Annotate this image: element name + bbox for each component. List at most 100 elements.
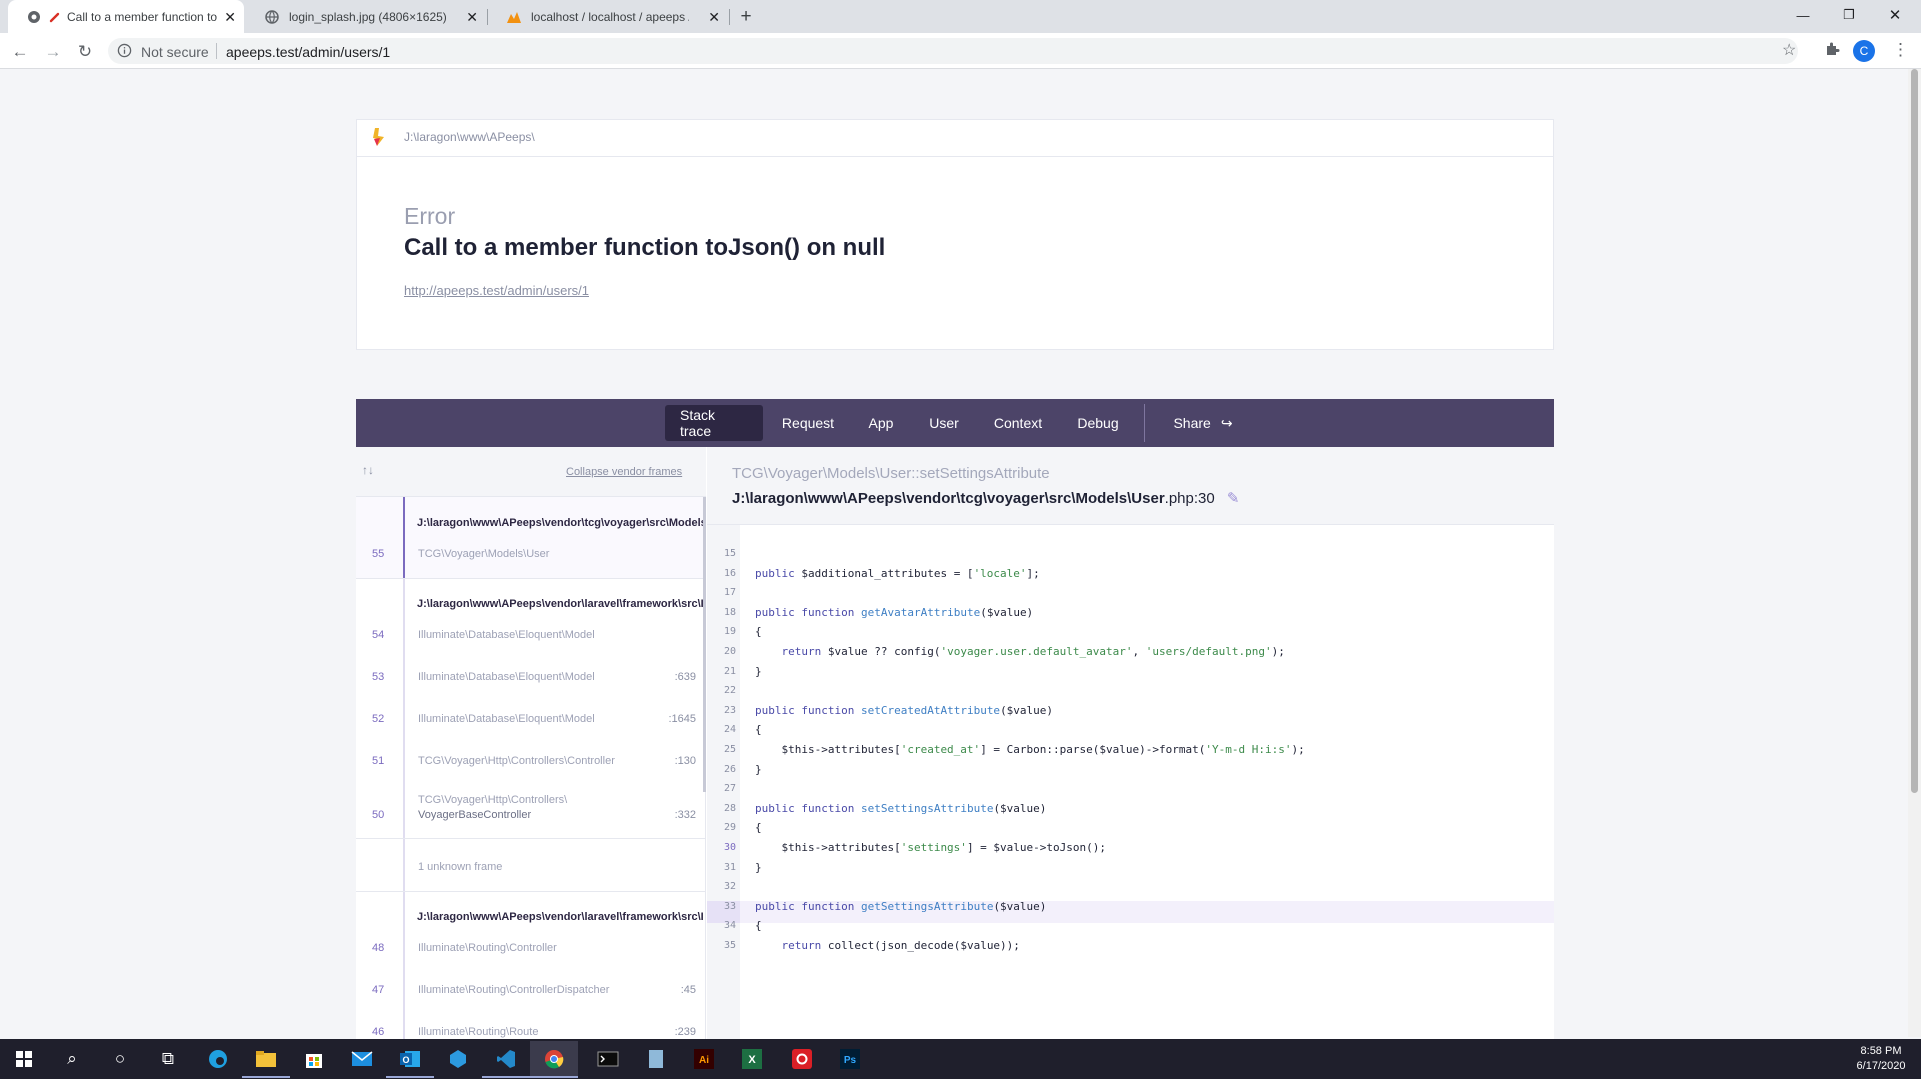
frame-number[interactable]: 50	[372, 809, 386, 821]
tab-stack-trace[interactable]: Stack trace	[665, 405, 763, 441]
search-icon[interactable]: ⌕	[48, 1041, 96, 1077]
frame-file-path[interactable]: J:\laragon\www\APeeps\vendor\laravel\fra…	[417, 911, 703, 923]
excel-icon[interactable]: X	[728, 1041, 776, 1077]
frame-class[interactable]: Illuminate\Database\Eloquent\Model	[418, 713, 595, 725]
sort-arrows-icon[interactable]: ↑↓	[362, 463, 374, 477]
frame-class[interactable]: Illuminate\Database\Eloquent\Model	[418, 671, 595, 683]
frame-class[interactable]: Illuminate\Routing\ControllerDispatcher	[418, 984, 609, 996]
frame-number[interactable]: 54	[372, 629, 386, 641]
browser-tab[interactable]: login_splash.jpg (4806×1625) ✕	[246, 0, 486, 33]
divider	[356, 578, 706, 579]
error-card-header	[356, 119, 1554, 157]
line-number: 26	[723, 764, 736, 775]
collapse-vendor-frames-link[interactable]: Collapse vendor frames	[566, 466, 682, 478]
system-clock[interactable]: 8:58 PM 6/17/2020	[1850, 1044, 1912, 1074]
photoshop-icon[interactable]: Ps	[826, 1041, 874, 1077]
extensions-icon[interactable]	[1824, 41, 1842, 59]
unknown-frame-label[interactable]: 1 unknown frame	[418, 861, 502, 873]
close-tab-icon[interactable]: ✕	[708, 9, 720, 26]
code-line: return collect(json_decode($value));	[781, 939, 1020, 952]
tab-user[interactable]: User	[914, 405, 974, 441]
code-line: }	[755, 665, 762, 678]
notepad-icon[interactable]	[632, 1041, 680, 1077]
close-tab-icon[interactable]: ✕	[224, 9, 236, 26]
creative-cloud-icon[interactable]	[778, 1041, 826, 1077]
tab-request[interactable]: Request	[768, 405, 848, 441]
browser-tab-active[interactable]: Call to a member function toJson ✕	[8, 0, 244, 33]
code-line: }	[755, 861, 762, 874]
pen-icon	[47, 9, 63, 25]
source-header	[707, 447, 1554, 525]
task-view-icon[interactable]: ⧉	[144, 1041, 192, 1077]
error-url-link[interactable]: http://apeeps.test/admin/users/1	[404, 283, 589, 298]
chrome-menu-icon[interactable]: ⋮	[1892, 40, 1909, 60]
close-window-button[interactable]: ✕	[1872, 0, 1918, 30]
reload-button[interactable]: ↻	[72, 39, 98, 65]
frame-number[interactable]: 47	[372, 984, 386, 996]
line-number: 19	[723, 626, 736, 637]
code-line: }	[755, 763, 762, 776]
chrome-icon[interactable]	[530, 1041, 578, 1077]
close-tab-icon[interactable]: ✕	[466, 9, 478, 26]
frame-class[interactable]: TCG\Voyager\Models\User	[418, 548, 549, 560]
minimize-button[interactable]: —	[1780, 0, 1826, 30]
tab-share[interactable]: Share ↪	[1158, 405, 1248, 441]
forward-button[interactable]: →	[40, 39, 66, 65]
clock-time: 8:58 PM	[1860, 1045, 1902, 1057]
frame-file-path[interactable]: J:\laragon\www\APeeps\vendor\tcg\voyager…	[417, 517, 703, 529]
frame-class[interactable]: TCG\Voyager\Http\Controllers\	[418, 794, 567, 806]
line-number: 30	[723, 842, 736, 853]
terminal-icon[interactable]	[584, 1041, 632, 1077]
frame-number[interactable]: 46	[372, 1026, 386, 1038]
frame-file-path[interactable]: J:\laragon\www\APeeps\vendor\laravel\fra…	[417, 598, 703, 610]
line-number: 23	[723, 705, 736, 716]
back-button[interactable]: ←	[7, 39, 33, 65]
frame-number[interactable]: 53	[372, 671, 386, 683]
tab-context[interactable]: Context	[979, 405, 1057, 441]
tab-title: localhost / localhost / apeeps / u	[531, 9, 689, 24]
tab-app[interactable]: App	[853, 405, 909, 441]
line-number: 32	[723, 881, 736, 892]
store-icon[interactable]	[290, 1041, 338, 1077]
vscode-icon[interactable]	[482, 1041, 530, 1077]
source-file: J:\laragon\www\APeeps\vendor\tcg\voyager…	[732, 489, 1239, 507]
frame-number[interactable]: 48	[372, 942, 386, 954]
bookmark-star-icon[interactable]: ☆	[1782, 40, 1796, 60]
illustrator-icon[interactable]: Ai	[680, 1041, 728, 1077]
svg-text:X: X	[748, 1054, 756, 1066]
frame-class-name[interactable]: VoyagerBaseController	[418, 809, 531, 821]
outlook-icon[interactable]: O	[386, 1041, 434, 1077]
frame-class[interactable]: Illuminate\Routing\Controller	[418, 942, 557, 954]
info-icon[interactable]	[117, 43, 133, 59]
windows-start-icon[interactable]	[0, 1041, 48, 1077]
svg-text:O: O	[402, 1055, 409, 1065]
code-line: public function setCreatedAtAttribute($v…	[755, 704, 1054, 717]
profile-avatar[interactable]: C	[1853, 40, 1875, 62]
tab-divider	[729, 9, 730, 25]
frame-group[interactable]	[356, 497, 706, 578]
cortana-icon[interactable]: ○	[96, 1041, 144, 1077]
tab-bar-divider	[1144, 404, 1145, 442]
frame-number[interactable]: 52	[372, 713, 386, 725]
security-label[interactable]: Not secure	[141, 44, 209, 60]
file-explorer-icon[interactable]	[242, 1041, 290, 1077]
error-message: Call to a member function toJson() on nu…	[404, 234, 886, 261]
frames-scrollbar[interactable]	[703, 497, 706, 792]
mail-icon[interactable]	[338, 1041, 386, 1077]
restore-button[interactable]: ❐	[1826, 0, 1872, 30]
edit-pencil-icon[interactable]: ✎	[1227, 490, 1240, 507]
frame-class[interactable]: Illuminate\Database\Eloquent\Model	[418, 629, 595, 641]
edge-icon[interactable]	[194, 1041, 242, 1077]
frame-number[interactable]: 55	[372, 548, 386, 560]
new-tab-button[interactable]: +	[734, 5, 758, 29]
app-icon[interactable]	[434, 1041, 482, 1077]
line-number: 35	[723, 940, 736, 951]
svg-text:Ai: Ai	[699, 1055, 709, 1066]
frame-class[interactable]: Illuminate\Routing\Route	[418, 1026, 538, 1038]
url-text[interactable]: apeeps.test/admin/users/1	[226, 44, 390, 60]
frame-number[interactable]: 51	[372, 755, 386, 767]
tab-debug[interactable]: Debug	[1062, 405, 1134, 441]
frame-class[interactable]: TCG\Voyager\Http\Controllers\Controller	[418, 755, 615, 767]
browser-tab[interactable]: localhost / localhost / apeeps / u ✕	[488, 0, 728, 33]
page-scrollbar-thumb[interactable]	[1911, 69, 1918, 793]
